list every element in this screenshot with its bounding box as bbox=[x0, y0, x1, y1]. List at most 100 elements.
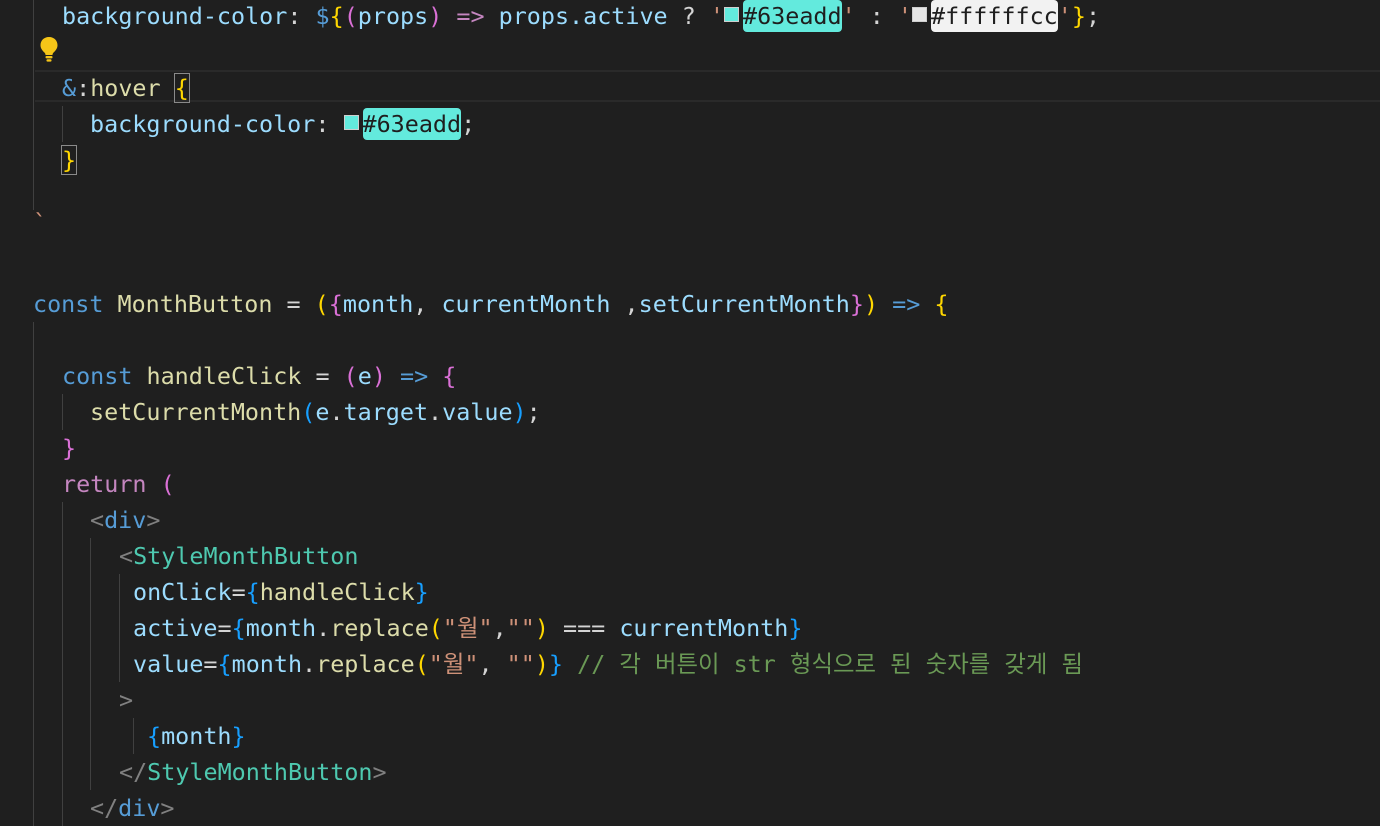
color-literal-inactive: #ffffffcc bbox=[931, 0, 1058, 32]
code-token: ( bbox=[343, 2, 358, 30]
code-token: { bbox=[147, 722, 162, 750]
indent-guide bbox=[62, 394, 63, 430]
code-token: } bbox=[849, 290, 864, 318]
code-token: ' bbox=[1057, 2, 1072, 30]
code-token: { bbox=[442, 362, 457, 390]
code-token: "월" bbox=[442, 614, 493, 642]
code-token: handleClick bbox=[146, 362, 302, 390]
code-line-3: &:hover { bbox=[62, 70, 190, 106]
code-line-1: background-color: ${(props) => props.act… bbox=[62, 0, 1100, 34]
code-token: ; bbox=[1085, 2, 1101, 30]
code-token: ( bbox=[428, 614, 443, 642]
code-token: { bbox=[245, 578, 260, 606]
code-token: ) bbox=[428, 2, 443, 30]
code-token: { bbox=[328, 290, 343, 318]
code-token: month bbox=[342, 290, 414, 318]
code-line-7: ` bbox=[33, 208, 47, 238]
bracket-match: } bbox=[60, 145, 78, 175]
code-token: ) bbox=[534, 614, 549, 642]
bracket-match: { bbox=[173, 73, 190, 103]
code-token: } bbox=[1071, 2, 1086, 30]
current-line-highlight bbox=[35, 70, 1380, 102]
code-token: const bbox=[62, 362, 133, 390]
code-token: ) bbox=[863, 290, 879, 318]
code-token: > bbox=[160, 794, 175, 822]
code-line-22: </StyleMonthButton> bbox=[119, 754, 387, 790]
code-token: currentMonth bbox=[441, 290, 611, 318]
code-token: => bbox=[442, 2, 499, 30]
code-editor[interactable]: background-color: ${(props) => props.act… bbox=[0, 0, 1380, 826]
code-token: month bbox=[231, 650, 303, 678]
code-token: target bbox=[343, 398, 429, 426]
code-token: ; bbox=[526, 398, 541, 426]
code-token: onClick bbox=[133, 578, 232, 606]
indent-guide bbox=[62, 106, 63, 142]
code-token: . bbox=[316, 614, 331, 642]
code-token: } bbox=[414, 578, 429, 606]
code-token: : bbox=[76, 74, 91, 102]
code-line-21: {month} bbox=[147, 718, 246, 754]
code-token: ' bbox=[709, 2, 724, 30]
indent-guide bbox=[90, 538, 91, 790]
color-swatch-inactive[interactable] bbox=[912, 7, 927, 22]
code-line-4: background-color: #63eadd; bbox=[90, 106, 475, 142]
code-token: === bbox=[548, 614, 620, 642]
color-swatch-hover[interactable] bbox=[343, 115, 359, 130]
indent-guide bbox=[119, 574, 120, 682]
code-token: replace bbox=[316, 650, 415, 678]
code-token: MonthButton bbox=[117, 290, 273, 318]
code-token: . bbox=[428, 398, 443, 426]
code-token: = bbox=[203, 650, 218, 678]
code-line-17: onClick={handleClick} bbox=[133, 574, 429, 610]
code-token: = bbox=[301, 362, 344, 390]
code-token: currentMonth bbox=[619, 614, 789, 642]
code-token: props bbox=[357, 2, 429, 30]
code-token: month bbox=[245, 614, 317, 642]
code-line-23: </div> bbox=[90, 790, 175, 826]
color-swatch-active[interactable] bbox=[723, 7, 739, 22]
code-token: ) bbox=[512, 398, 527, 426]
code-token: } bbox=[231, 722, 246, 750]
code-token: div bbox=[118, 794, 161, 822]
code-token: StyleMonthButton bbox=[147, 758, 373, 786]
code-token: value bbox=[442, 398, 513, 426]
code-token: ` bbox=[33, 209, 48, 237]
indent-guide bbox=[33, 322, 34, 826]
code-token: => bbox=[385, 362, 443, 390]
code-token: , bbox=[478, 650, 507, 678]
code-token: "" bbox=[506, 614, 535, 642]
code-token: ( bbox=[314, 290, 329, 318]
code-token: { bbox=[217, 650, 232, 678]
color-literal-hover: #63eadd bbox=[362, 108, 462, 140]
code-token: ' bbox=[897, 2, 912, 30]
code-token: } bbox=[548, 650, 564, 678]
code-token: } bbox=[62, 434, 77, 462]
code-token: const bbox=[33, 290, 104, 318]
code-token: ' bbox=[841, 2, 856, 30]
code-token: < bbox=[119, 542, 134, 570]
code-token: ( bbox=[414, 650, 429, 678]
lightbulb-icon[interactable] bbox=[38, 35, 60, 63]
indent-guide bbox=[62, 502, 63, 826]
color-literal-active: #63eadd bbox=[742, 0, 842, 32]
code-token: = bbox=[217, 614, 232, 642]
code-token: ? bbox=[667, 2, 710, 30]
code-token: { bbox=[231, 614, 246, 642]
code-token: "월" bbox=[428, 650, 479, 678]
code-token: , bbox=[413, 290, 442, 318]
code-token: . bbox=[329, 398, 344, 426]
code-token: ( bbox=[301, 398, 316, 426]
code-token: div bbox=[104, 506, 147, 534]
code-token: value bbox=[133, 650, 204, 678]
code-token: $ bbox=[315, 2, 330, 30]
code-token: > bbox=[119, 686, 134, 714]
code-line-13: } bbox=[62, 430, 76, 466]
code-line-18: active={month.replace("월","") === curren… bbox=[133, 610, 802, 646]
code-line-20: > bbox=[119, 682, 133, 718]
code-token: e bbox=[357, 362, 372, 390]
code-token: </ bbox=[119, 758, 148, 786]
code-token: { bbox=[934, 290, 949, 318]
